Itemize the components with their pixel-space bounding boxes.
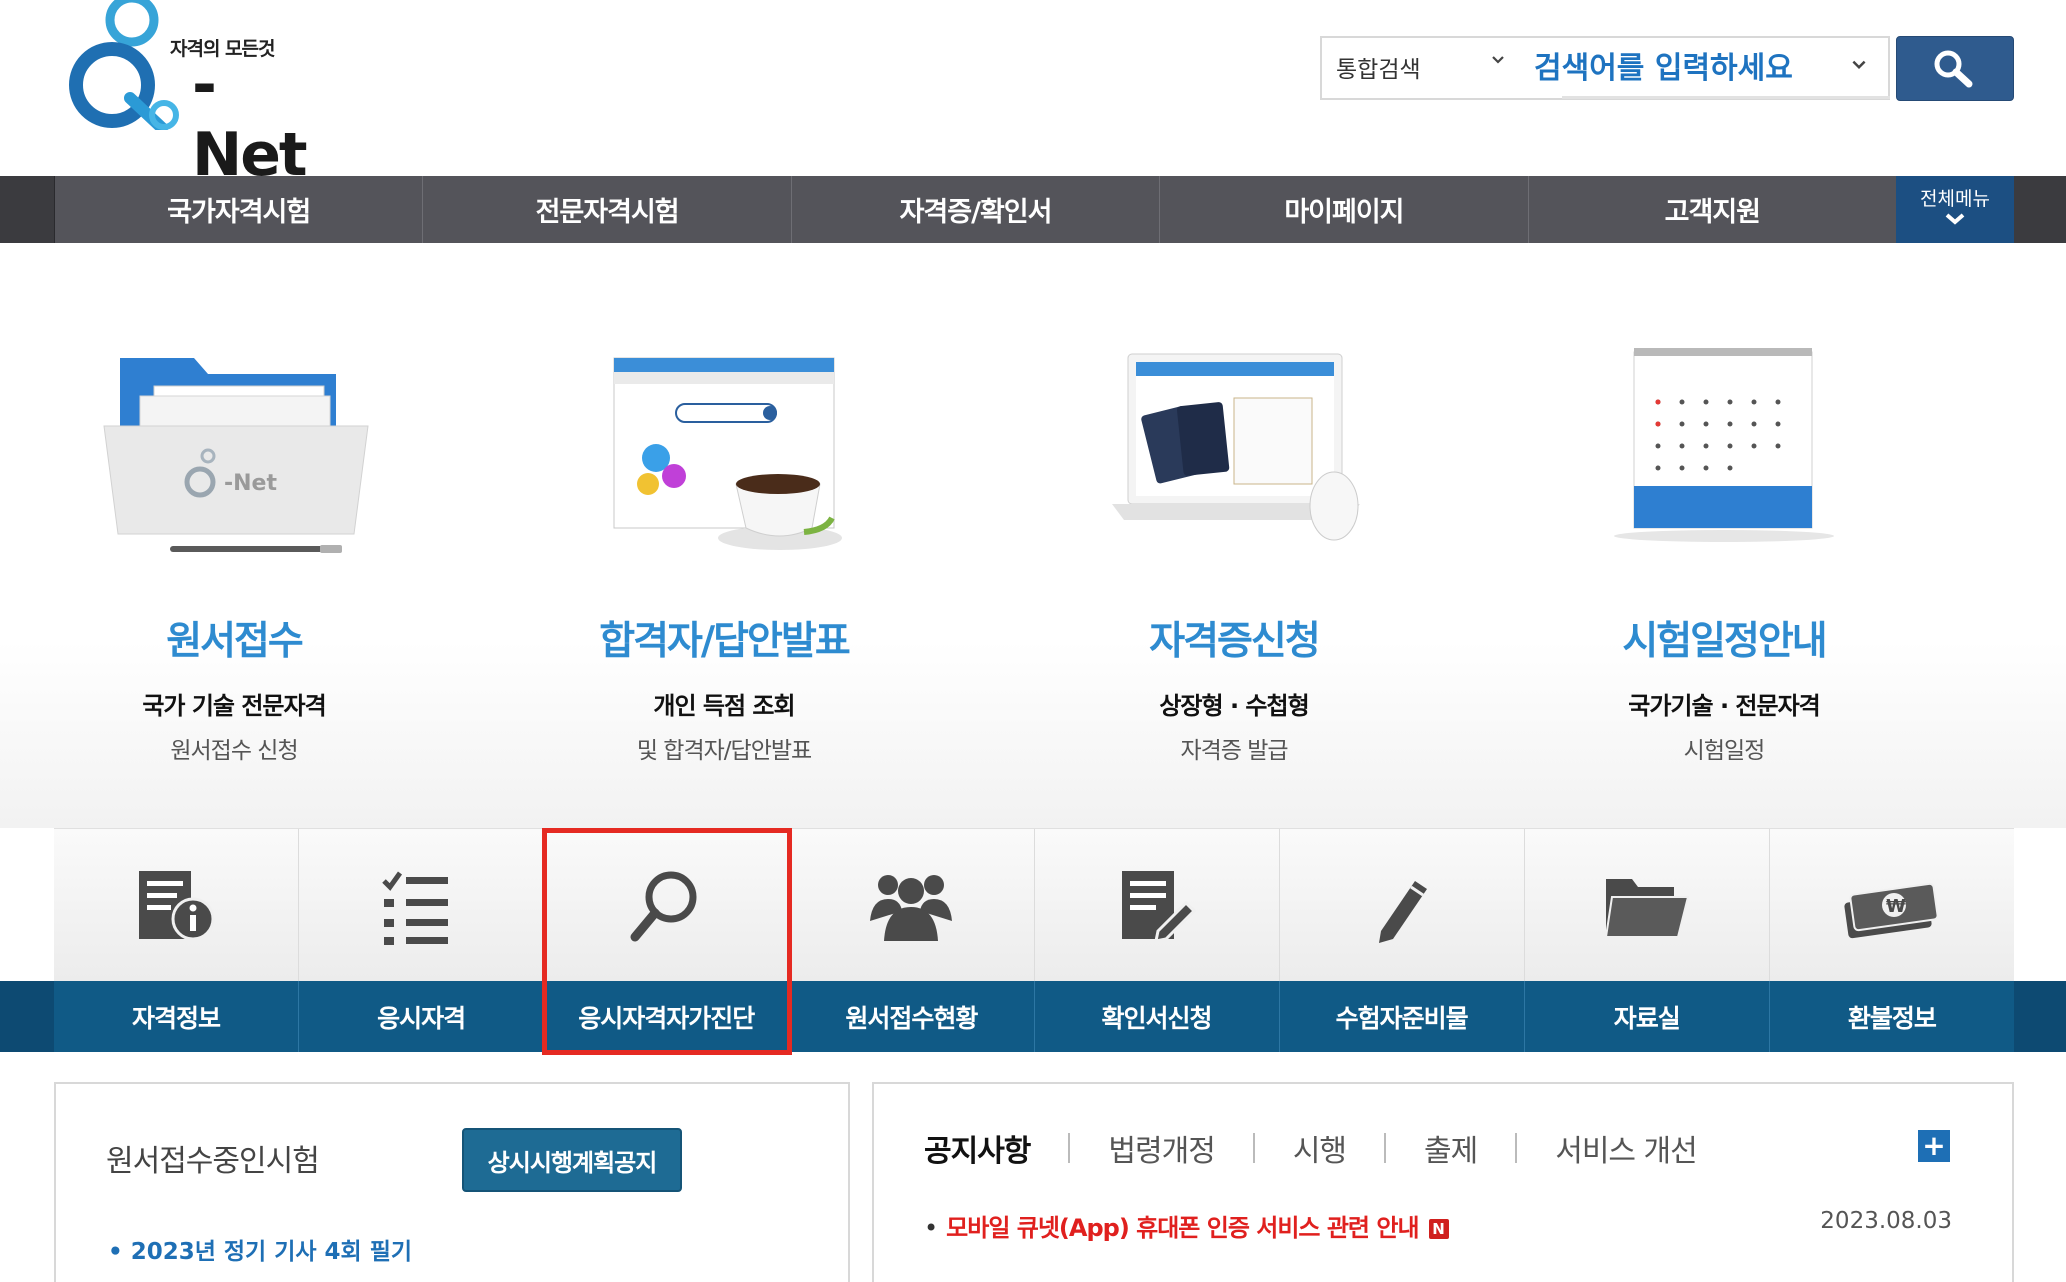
pencil-icon: [1378, 881, 1427, 943]
magnifier-icon: [630, 871, 697, 942]
new-badge: N: [1428, 1219, 1449, 1239]
service-subtitle: 국가 기술 전문자격: [142, 692, 326, 720]
regular-plan-notice-button[interactable]: 상시시행계획공지: [462, 1128, 682, 1192]
people-group-icon: [870, 875, 953, 941]
quick-label-library[interactable]: 자료실: [1523, 981, 1769, 1052]
laptop-passport-illustration: [1084, 338, 1384, 558]
notice-date: 2023.08.03: [1820, 1208, 1952, 1234]
quick-item-supplies[interactable]: [1278, 829, 1524, 982]
folder-illustration: -Net: [84, 338, 384, 558]
money-icon: ₩: [1844, 882, 1939, 939]
svg-text:₩: ₩: [1886, 896, 1906, 917]
service-title: 자격증신청: [1149, 619, 1320, 664]
checklist-icon: [382, 871, 449, 945]
more-notices-button[interactable]: +: [1918, 1130, 1950, 1162]
service-title: 시험일정안내: [1622, 619, 1827, 664]
nav-item-certificate[interactable]: 자격증/확인서: [790, 176, 1159, 243]
service-title: 합격자/답안발표: [599, 619, 850, 664]
service-description: 및 합격자/답안발표: [636, 738, 812, 764]
search-bar: 통합검색: [1320, 36, 1890, 100]
service-subtitle: 상장형 · 수첩형: [1159, 692, 1309, 720]
quick-item-confirmation[interactable]: [1033, 829, 1279, 982]
service-subtitle: 개인 득점 조회: [653, 692, 795, 720]
quick-label-refund[interactable]: 환불정보: [1768, 981, 2014, 1052]
quick-item-eligibility[interactable]: [298, 829, 543, 982]
service-title: 원서접수: [166, 619, 304, 664]
tab-notice[interactable]: 공지사항: [924, 1126, 1031, 1170]
tab-divider: [1252, 1133, 1255, 1163]
nav-item-support[interactable]: 고객지원: [1527, 176, 1896, 243]
quick-label-confirmation[interactable]: 확인서신청: [1033, 981, 1279, 1052]
tab-divider: [1384, 1133, 1387, 1163]
service-description: 원서접수 신청: [170, 738, 298, 764]
quick-label-eligibility[interactable]: 응시자격: [298, 981, 543, 1052]
svg-text:-Net: -Net: [224, 471, 277, 496]
nav-item-national-exam[interactable]: 국가자격시험: [54, 176, 422, 243]
tab-service-improvement[interactable]: 서비스 개선: [1555, 1126, 1698, 1170]
search-button[interactable]: [1896, 36, 2014, 101]
tab-questions[interactable]: 출제: [1424, 1126, 1478, 1170]
notice-tabs: 공지사항 법령개정 시행 출제 서비스 개선: [924, 1126, 1698, 1170]
quick-label-application-status[interactable]: 원서접수현황: [788, 981, 1033, 1052]
main-services: -Net 원서접수 국가 기술 전문자격 원서접수 신청 합격자/답안발표 개인…: [0, 243, 2066, 828]
qnet-logo-mark-icon: [69, 0, 179, 134]
quick-label-supplies[interactable]: 수험자준비물: [1278, 981, 1524, 1052]
list-item[interactable]: • 2023년 정기 기사 4회 필기: [108, 1232, 412, 1266]
service-schedule[interactable]: 시험일정안내 국가기술 · 전문자격 시험일정: [1534, 338, 1914, 765]
service-subtitle: 국가기술 · 전문자격: [1628, 692, 1820, 720]
service-description: 시험일정: [1683, 738, 1766, 764]
logo-wordmark: -Net: [192, 50, 308, 190]
notice-title[interactable]: 모바일 큐넷(App) 휴대폰 인증 서비스 관련 안내: [946, 1214, 1419, 1242]
search-scope-select[interactable]: 통합검색: [1336, 50, 1421, 84]
all-menu-button[interactable]: 전체메뉴: [1896, 176, 2014, 243]
quick-item-refund[interactable]: ₩: [1768, 829, 2014, 982]
chevron-down-icon[interactable]: [1850, 56, 1868, 74]
exam-link[interactable]: 2023년 정기 기사 4회 필기: [131, 1239, 412, 1265]
tab-divider: [1068, 1133, 1071, 1163]
list-item[interactable]: • 모바일 큐넷(App) 휴대폰 인증 서비스 관련 안내 N 2023.08.0…: [924, 1208, 1974, 1243]
document-info-icon: [139, 871, 215, 941]
quick-item-qualification-info[interactable]: [54, 829, 298, 982]
open-exams-title: 원서접수중인시험: [106, 1144, 320, 1179]
service-results[interactable]: 합격자/답안발표 개인 득점 조회 및 합격자/답안발표: [534, 338, 914, 765]
service-application[interactable]: -Net 원서접수 국가 기술 전문자격 원서접수 신청: [44, 338, 424, 765]
service-certificate[interactable]: 자격증신청 상장형 · 수첩형 자격증 발급: [1044, 338, 1424, 765]
tab-law-revision[interactable]: 법령개정: [1108, 1126, 1215, 1170]
quick-item-self-diagnosis[interactable]: [543, 829, 788, 982]
quick-menu: ₩ 자격정보 응시자격 응시자격자가진단 원서접수현황 확인서신청 수험자준비물…: [0, 828, 2066, 1052]
main-navigation: 국가자격시험 전문자격시험 자격증/확인서 마이페이지 고객지원 전체메뉴: [0, 176, 2066, 243]
notice-panel: 공지사항 법령개정 시행 출제 서비스 개선 + • 모바일 큐넷(App) 휴대…: [872, 1082, 2014, 1282]
bullet: •: [924, 1214, 939, 1242]
all-menu-label: 전체메뉴: [1920, 188, 1990, 210]
quick-label-self-diagnosis[interactable]: 응시자격자가진단: [543, 981, 788, 1052]
quick-item-application-status[interactable]: [788, 829, 1033, 982]
tab-enforcement[interactable]: 시행: [1293, 1126, 1347, 1170]
nav-item-professional-exam[interactable]: 전문자격시험: [422, 176, 790, 243]
quick-label-qualification-info[interactable]: 자격정보: [54, 981, 298, 1052]
open-exams-panel: 원서접수중인시험 상시시행계획공지 • 2023년 정기 기사 4회 필기: [54, 1082, 850, 1282]
calendar-illustration: [1574, 338, 1874, 558]
quick-item-library[interactable]: [1523, 829, 1769, 982]
magnifier-icon: [1934, 50, 1973, 88]
browser-coffee-illustration: [574, 338, 874, 558]
search-input-underline: [1562, 96, 1890, 99]
nav-item-mypage[interactable]: 마이페이지: [1159, 176, 1527, 243]
service-description: 자격증 발급: [1180, 738, 1288, 764]
document-edit-icon: [1121, 871, 1196, 943]
qnet-logo[interactable]: 자격의 모든것 -Net: [52, 0, 308, 190]
tab-divider: [1515, 1133, 1518, 1163]
chevron-down-icon[interactable]: [1490, 52, 1506, 68]
search-input[interactable]: [1530, 38, 1864, 98]
folder-icon: [1604, 879, 1690, 938]
chevron-down-icon: [1945, 213, 1965, 225]
